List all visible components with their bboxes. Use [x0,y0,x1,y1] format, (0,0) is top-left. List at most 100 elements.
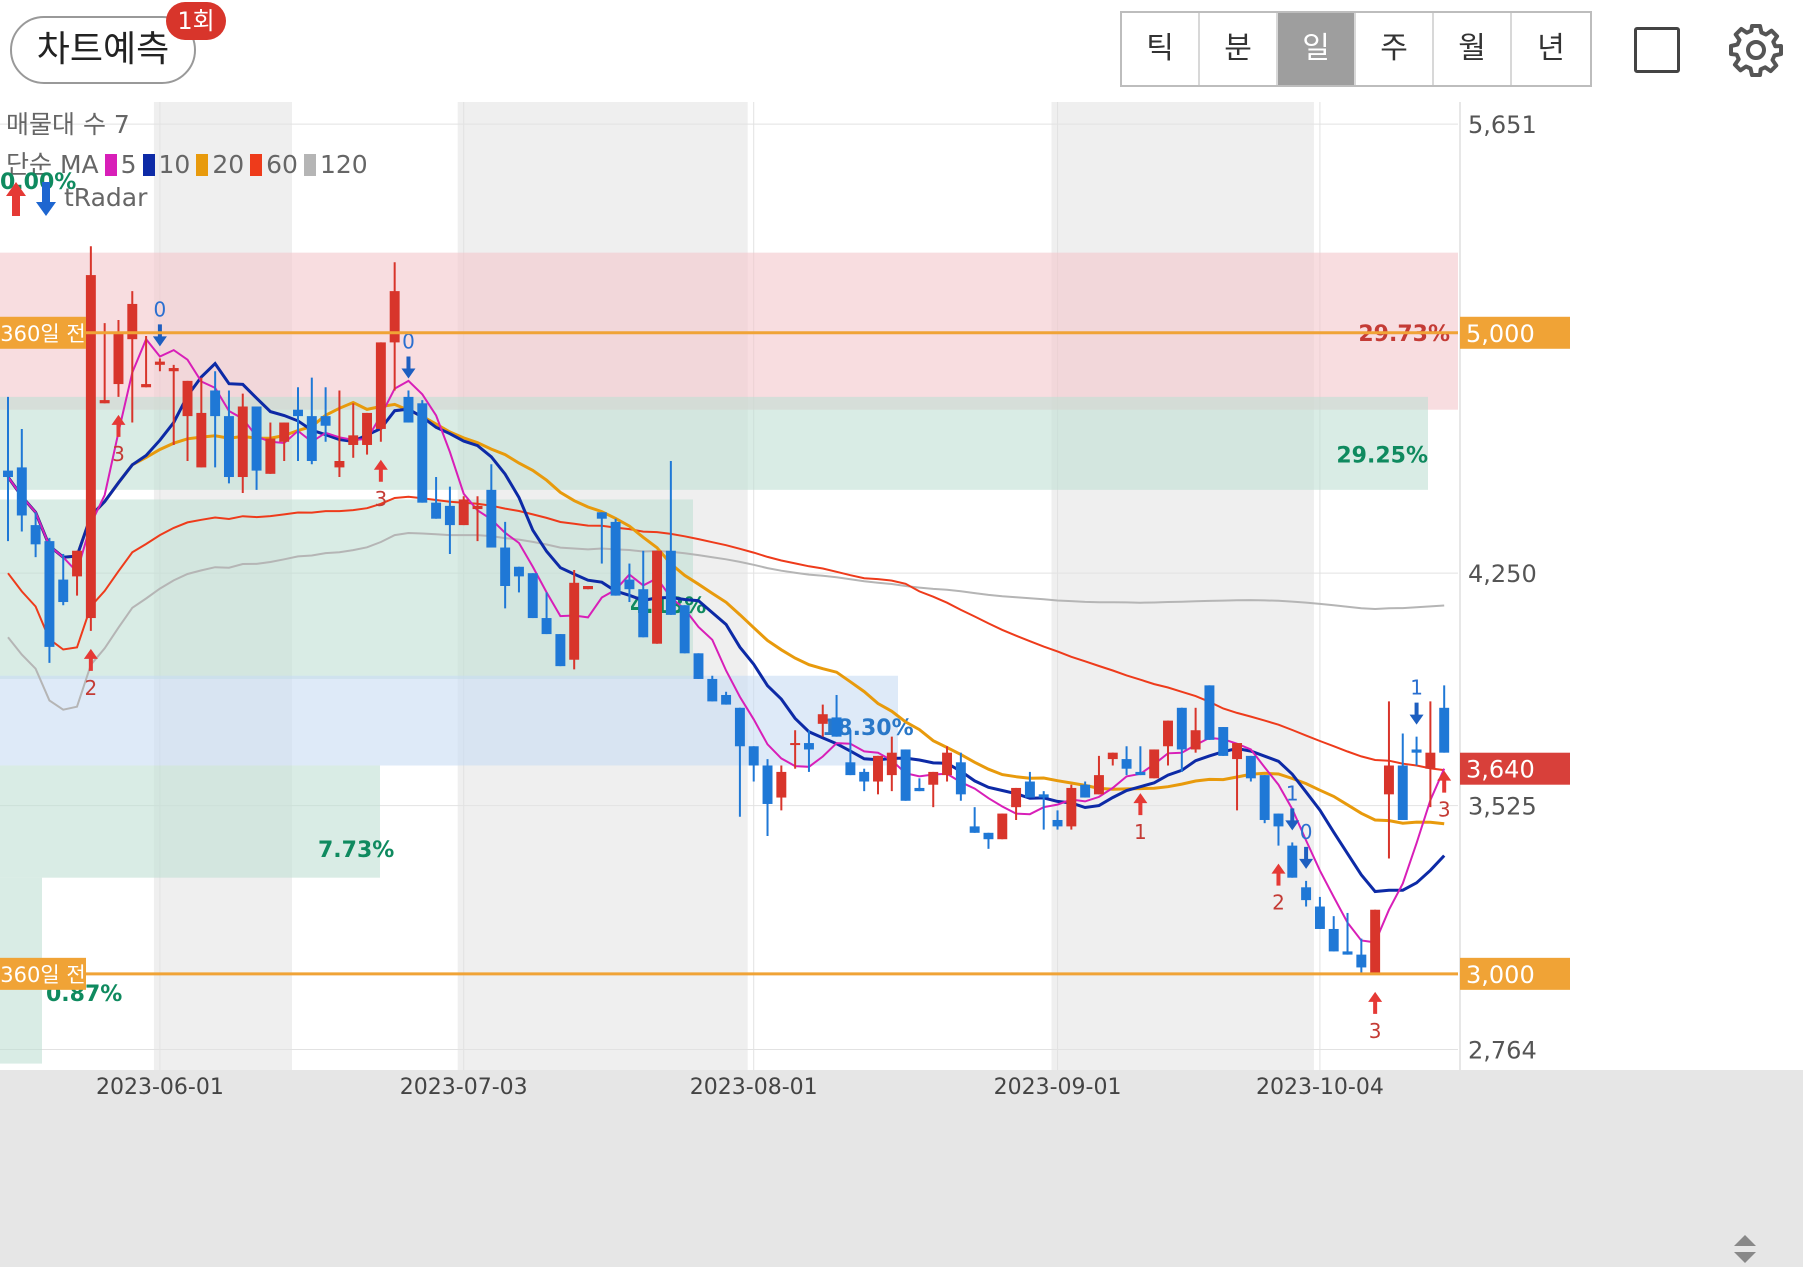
ma-swatch-20 [196,154,209,176]
candle [1204,685,1215,740]
tradar-indicator[interactable]: tRadar [0,178,147,220]
candle [1301,887,1312,901]
candle [486,489,497,548]
candle [279,422,290,442]
candle [417,403,428,503]
zone-pct-label: 29.25% [1336,444,1428,469]
period-selector: 틱 분 일 주 월 년 [1120,11,1592,87]
candle [334,460,345,468]
candle [16,467,27,516]
candle [652,550,663,644]
signal-count-label: 2 [84,676,97,700]
candle [1052,819,1063,827]
ma-swatch-60 [250,154,263,176]
price-tag-label: 3,640 [1466,756,1535,784]
candle [403,396,414,423]
signal-count-label: 0 [154,297,167,321]
volume-zone [0,675,898,766]
candle [306,416,317,461]
candle [873,755,883,782]
tradar-icon [6,182,56,216]
price-tag-label: 5,000 [1466,320,1535,348]
signal-count-label: 3 [1438,798,1451,822]
candle [665,550,676,615]
ma-label-20: 20 [212,150,245,179]
ma-swatch-5 [104,154,117,176]
y-tick-label: 3,525 [1468,793,1537,821]
candle [168,368,179,372]
candle [1121,759,1132,769]
candle [72,550,83,577]
candle [58,579,69,603]
candle [375,342,386,429]
candle [817,714,828,724]
candle [472,505,483,510]
candle [1011,787,1022,808]
candle [1149,749,1160,779]
candle [928,771,939,785]
line-360-label: 360일 전 [0,963,85,987]
candle [969,826,980,833]
candle [721,694,732,705]
x-tick-label: 2023-09-01 [994,1075,1122,1100]
candle [1287,845,1298,878]
candle [182,380,193,417]
candle [44,541,55,647]
signal-count-label: 2 [1272,891,1285,915]
candle [1411,749,1422,753]
candle [555,634,566,667]
candle [845,762,856,776]
y-tick-label: 2,764 [1468,1036,1537,1064]
candle [1259,775,1270,820]
fullscreen-button[interactable] [1634,27,1680,73]
candle [3,470,13,478]
candle [1397,765,1408,820]
candle [251,406,262,471]
settings-button[interactable] [1726,20,1786,80]
candle [458,499,469,526]
ma-label-120: 120 [319,150,368,179]
candle [293,409,303,417]
candle [500,547,511,586]
tradar-label: tRadar [63,183,148,212]
candle [210,390,221,417]
candle [762,765,773,804]
candle [113,332,124,385]
candle [1066,787,1077,827]
candle [30,525,41,545]
candle [886,752,897,776]
scroll-updown-icon[interactable] [1730,1232,1760,1266]
tab-tick[interactable]: 틱 [1122,13,1200,85]
candle [1190,730,1201,750]
candle [707,678,718,702]
candle [1328,928,1339,952]
candle [99,400,110,404]
line-360-label: 360일 전 [0,322,85,346]
candle [1425,752,1436,769]
candle [1135,771,1146,776]
candle [141,384,152,388]
price-chart[interactable]: 29.73%29.25%4.13%18.30%7.73%0.87%2303012… [0,102,1803,1267]
candle [1107,752,1118,760]
candle [693,653,704,679]
candle [983,832,994,840]
ma-swatch-10 [142,154,155,176]
candle [583,586,593,590]
tab-minute[interactable]: 분 [1200,13,1278,85]
candle [776,771,787,798]
tab-week[interactable]: 주 [1356,13,1434,85]
tab-day[interactable]: 일 [1278,13,1356,85]
tab-year[interactable]: 년 [1512,13,1590,85]
signal-up-arrow-icon [1368,991,1383,1014]
candle [790,743,801,746]
y-tick-label: 5,651 [1468,111,1537,139]
candle [1163,720,1173,747]
signal-count-label: 1 [1410,676,1423,700]
tab-month[interactable]: 월 [1434,13,1512,85]
x-axis-bar [0,1070,1803,1267]
candle [748,746,759,766]
signal-count-label: 0 [1300,820,1313,844]
candle [1383,765,1394,795]
signal-count-label: 3 [374,487,387,511]
zone-pct-label: 7.73% [318,838,394,863]
